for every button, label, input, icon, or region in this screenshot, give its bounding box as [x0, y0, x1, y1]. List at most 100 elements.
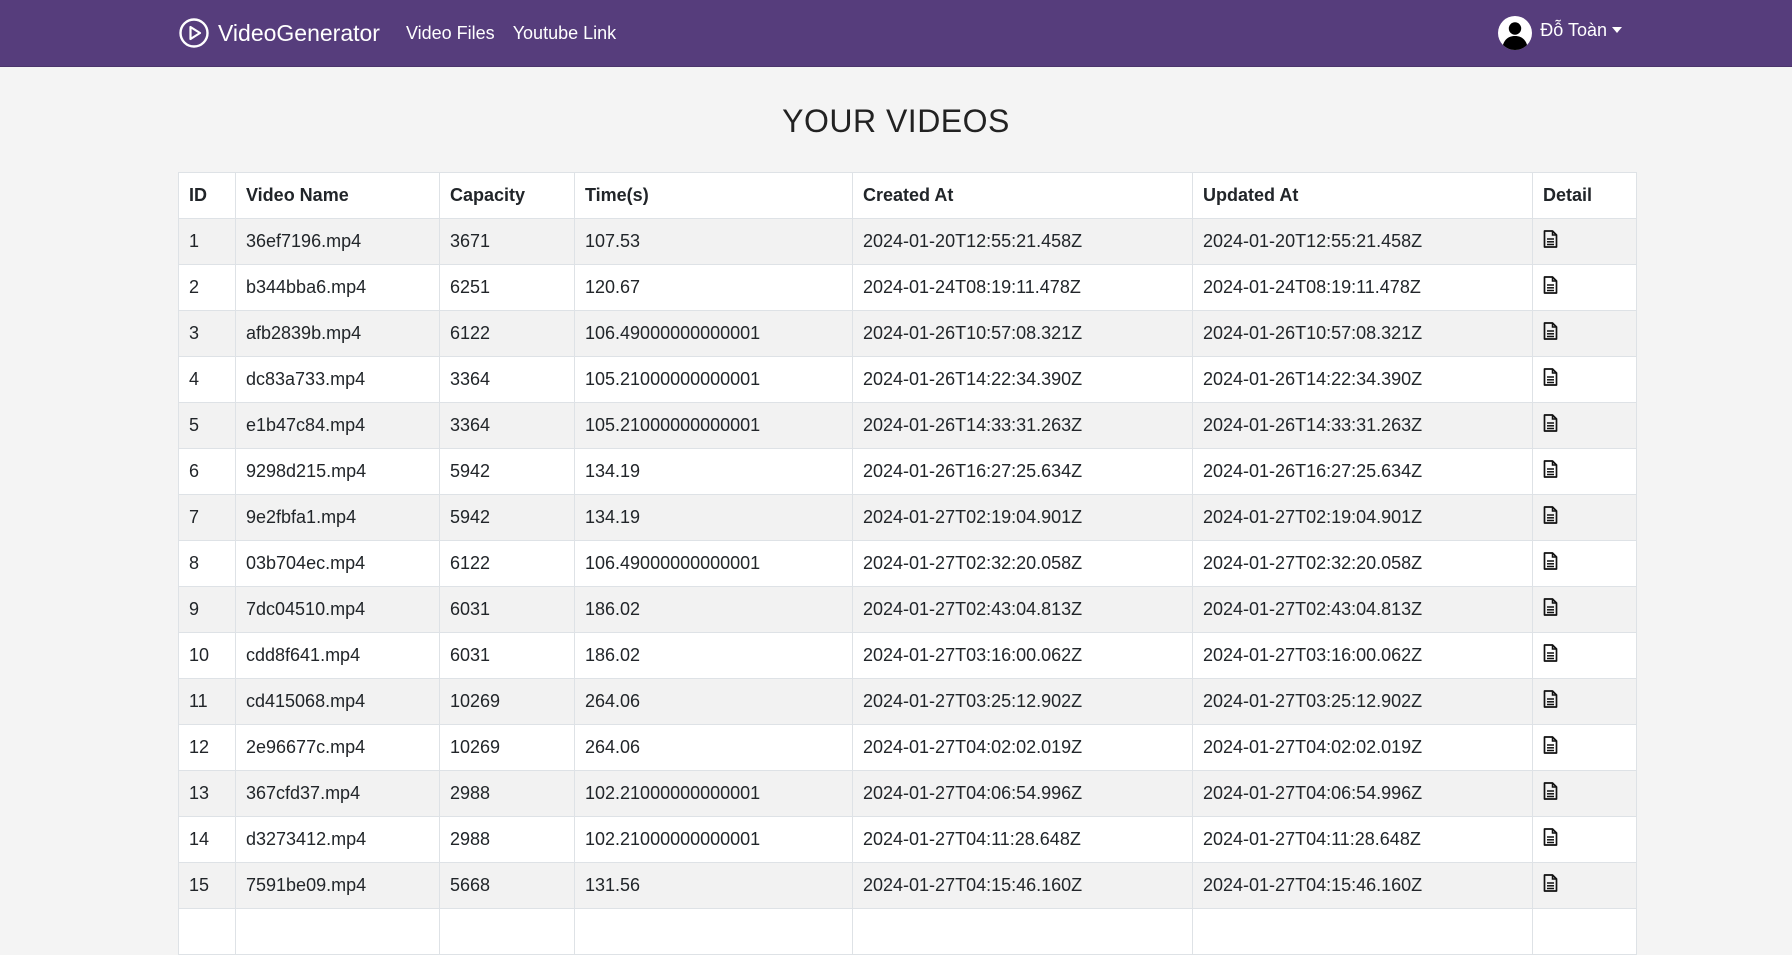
table-row: 7 9e2fbfa1.mp4 5942 134.19 2024-01-27T02:19:… — [178, 494, 1637, 541]
cell-detail — [1532, 540, 1637, 587]
cell-detail — [1532, 724, 1637, 771]
cell-video-name — [235, 908, 440, 955]
nav-link-youtube-link[interactable]: Youtube Link — [513, 23, 616, 44]
cell-video-name: dc83a733.mp4 — [235, 356, 440, 403]
document-icon[interactable] — [1543, 368, 1558, 391]
cell-capacity: 3671 — [439, 218, 575, 265]
column-header-video-name[interactable]: Video Name — [235, 172, 440, 219]
table-row: 9 7dc04510.mp4 6031 186.02 2024-01-27T02:43:… — [178, 586, 1637, 633]
cell-detail — [1532, 218, 1637, 265]
cell-updated-at: 2024-01-26T14:22:34.390Z — [1192, 356, 1533, 403]
cell-id: 12 — [178, 724, 236, 771]
brand-name: VideoGenerator — [218, 19, 380, 46]
document-icon[interactable] — [1543, 644, 1558, 667]
cell-video-name: afb2839b.mp4 — [235, 310, 440, 357]
cell-updated-at: 2024-01-27T04:15:46.160Z — [1192, 862, 1533, 909]
document-icon[interactable] — [1543, 782, 1558, 805]
cell-created-at: 2024-01-27T02:32:20.058Z — [852, 540, 1193, 587]
cell-updated-at — [1192, 908, 1533, 955]
cell-id — [178, 908, 236, 955]
top-navbar: VideoGenerator Video Files Youtube Link … — [0, 0, 1792, 67]
cell-capacity: 3364 — [439, 356, 575, 403]
table-row: 15 7591be09.mp4 5668 131.56 2024-01-27T04:15… — [178, 862, 1637, 909]
cell-id: 4 — [178, 356, 236, 403]
cell-updated-at: 2024-01-27T04:06:54.996Z — [1192, 770, 1533, 817]
cell-capacity: 6251 — [439, 264, 575, 311]
table-row: 10 cdd8f641.mp4 6031 186.02 2024-01-27T03:16… — [178, 632, 1637, 679]
nav-link-video-files[interactable]: Video Files — [406, 23, 495, 44]
document-icon[interactable] — [1543, 598, 1558, 621]
document-icon[interactable] — [1543, 874, 1558, 897]
cell-created-at: 2024-01-24T08:19:11.478Z — [852, 264, 1193, 311]
cell-updated-at: 2024-01-27T03:16:00.062Z — [1192, 632, 1533, 679]
document-icon[interactable] — [1543, 736, 1558, 759]
cell-created-at: 2024-01-26T14:22:34.390Z — [852, 356, 1193, 403]
column-header-created-at[interactable]: Created At — [852, 172, 1193, 219]
document-icon[interactable] — [1543, 230, 1558, 253]
cell-video-name: cdd8f641.mp4 — [235, 632, 440, 679]
document-icon[interactable] — [1543, 414, 1558, 437]
table-row — [178, 908, 1637, 955]
table-row: 13 367cfd37.mp4 2988 102.21000000000001 2024… — [178, 770, 1637, 817]
column-header-updated-at[interactable]: Updated At — [1192, 172, 1533, 219]
cell-detail — [1532, 586, 1637, 633]
cell-updated-at: 2024-01-27T02:19:04.901Z — [1192, 494, 1533, 541]
cell-capacity: 6122 — [439, 310, 575, 357]
cell-capacity: 10269 — [439, 678, 575, 725]
cell-capacity — [439, 908, 575, 955]
cell-updated-at: 2024-01-26T10:57:08.321Z — [1192, 310, 1533, 357]
cell-capacity: 6031 — [439, 632, 575, 679]
cell-created-at: 2024-01-27T03:16:00.062Z — [852, 632, 1193, 679]
cell-created-at: 2024-01-27T04:02:02.019Z — [852, 724, 1193, 771]
cell-created-at: 2024-01-26T14:33:31.263Z — [852, 402, 1193, 449]
table-row: 2 b344bba6.mp4 6251 120.67 2024-01-24T08:19:… — [178, 264, 1637, 311]
document-icon[interactable] — [1543, 690, 1558, 713]
cell-created-at: 2024-01-27T04:06:54.996Z — [852, 770, 1193, 817]
cell-id: 13 — [178, 770, 236, 817]
brand-link[interactable]: VideoGenerator — [178, 17, 380, 49]
table-body: 1 36ef7196.mp4 3671 107.53 2024-01-20T12:55:… — [178, 218, 1637, 955]
cell-video-name: b344bba6.mp4 — [235, 264, 440, 311]
cell-video-name: 7dc04510.mp4 — [235, 586, 440, 633]
document-icon[interactable] — [1543, 460, 1558, 483]
cell-updated-at: 2024-01-27T02:43:04.813Z — [1192, 586, 1533, 633]
cell-detail — [1532, 356, 1637, 403]
cell-time: 264.06 — [574, 724, 853, 771]
videos-table-container: ID Video Name Capacity Time(s) Created A… — [178, 172, 1637, 955]
table-row: 6 9298d215.mp4 5942 134.19 2024-01-26T16:27:… — [178, 448, 1637, 495]
cell-time: 120.67 — [574, 264, 853, 311]
document-icon[interactable] — [1543, 506, 1558, 529]
cell-detail — [1532, 816, 1637, 863]
cell-time: 186.02 — [574, 632, 853, 679]
document-icon[interactable] — [1543, 828, 1558, 851]
column-header-detail[interactable]: Detail — [1532, 172, 1637, 219]
cell-time: 106.49000000000001 — [574, 540, 853, 587]
cell-updated-at: 2024-01-26T14:33:31.263Z — [1192, 402, 1533, 449]
document-icon[interactable] — [1543, 322, 1558, 345]
document-icon[interactable] — [1543, 276, 1558, 299]
cell-time: 107.53 — [574, 218, 853, 265]
table-header-row: ID Video Name Capacity Time(s) Created A… — [178, 172, 1637, 219]
cell-capacity: 5668 — [439, 862, 575, 909]
cell-updated-at: 2024-01-27T02:32:20.058Z — [1192, 540, 1533, 587]
table-row: 3 afb2839b.mp4 6122 106.49000000000001 2024-… — [178, 310, 1637, 357]
table-row: 12 2e96677c.mp4 10269 264.06 2024-01-27T04:0… — [178, 724, 1637, 771]
cell-capacity: 2988 — [439, 770, 575, 817]
column-header-id[interactable]: ID — [178, 172, 236, 219]
column-header-time[interactable]: Time(s) — [574, 172, 853, 219]
cell-updated-at: 2024-01-26T16:27:25.634Z — [1192, 448, 1533, 495]
cell-id: 11 — [178, 678, 236, 725]
cell-time: 264.06 — [574, 678, 853, 725]
document-icon[interactable] — [1543, 552, 1558, 575]
column-header-capacity[interactable]: Capacity — [439, 172, 575, 219]
cell-updated-at: 2024-01-27T03:25:12.902Z — [1192, 678, 1533, 725]
cell-detail — [1532, 770, 1637, 817]
cell-time — [574, 908, 853, 955]
cell-detail — [1532, 494, 1637, 541]
user-menu-toggle[interactable]: Đỗ Toàn — [1498, 16, 1622, 50]
cell-capacity: 3364 — [439, 402, 575, 449]
cell-updated-at: 2024-01-27T04:11:28.648Z — [1192, 816, 1533, 863]
cell-detail — [1532, 862, 1637, 909]
table-row: 14 d3273412.mp4 2988 102.21000000000001 2024… — [178, 816, 1637, 863]
cell-time: 134.19 — [574, 494, 853, 541]
